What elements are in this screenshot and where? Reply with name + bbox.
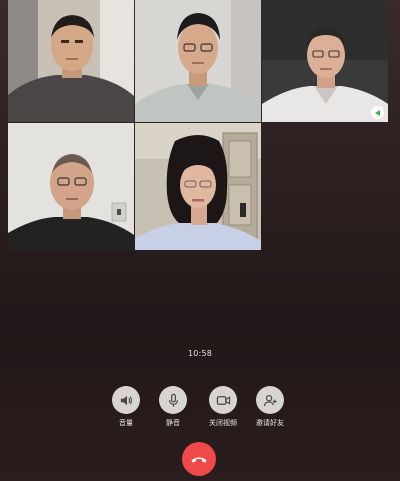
video-grid (0, 0, 400, 378)
microphone-icon (168, 393, 178, 407)
phone-hangup-icon (191, 457, 207, 463)
invite-friends-button-circle[interactable] (256, 386, 284, 414)
invite-friends-button-label: 邀请好友 (256, 419, 284, 427)
participant-video-frame (8, 0, 134, 122)
mute-button-circle[interactable] (159, 386, 187, 414)
participant-video-1[interactable] (8, 0, 134, 122)
invite-friends-button[interactable]: 邀请好友 (245, 386, 295, 428)
participant-video-frame (135, 0, 261, 122)
video-camera-icon (216, 395, 230, 405)
camera-off-button[interactable]: 关闭视频 (198, 386, 248, 428)
camera-off-button-label: 关闭视频 (209, 419, 237, 427)
participant-video-frame (262, 0, 388, 122)
participant-video-frame (8, 123, 134, 250)
speaking-indicator-icon (371, 106, 384, 119)
speaker-button-circle[interactable] (112, 386, 140, 414)
add-person-icon (263, 394, 277, 406)
call-controls: 音量 静音 关闭视频 邀请好友 (0, 386, 400, 434)
participant-video-5[interactable] (135, 123, 261, 250)
call-duration: 10:58 (187, 349, 213, 358)
speaker-button-label: 音量 (119, 419, 133, 427)
hang-up-button[interactable] (182, 442, 216, 476)
participant-video-4[interactable] (8, 123, 134, 250)
participant-video-frame (135, 123, 261, 250)
speaker-button[interactable]: 音量 (101, 386, 151, 428)
mute-button-label: 静音 (166, 419, 180, 427)
participant-video-3[interactable] (262, 0, 388, 122)
mute-button[interactable]: 静音 (148, 386, 198, 428)
participant-video-2[interactable] (135, 0, 261, 122)
speaker-icon (120, 395, 132, 405)
camera-off-button-circle[interactable] (209, 386, 237, 414)
